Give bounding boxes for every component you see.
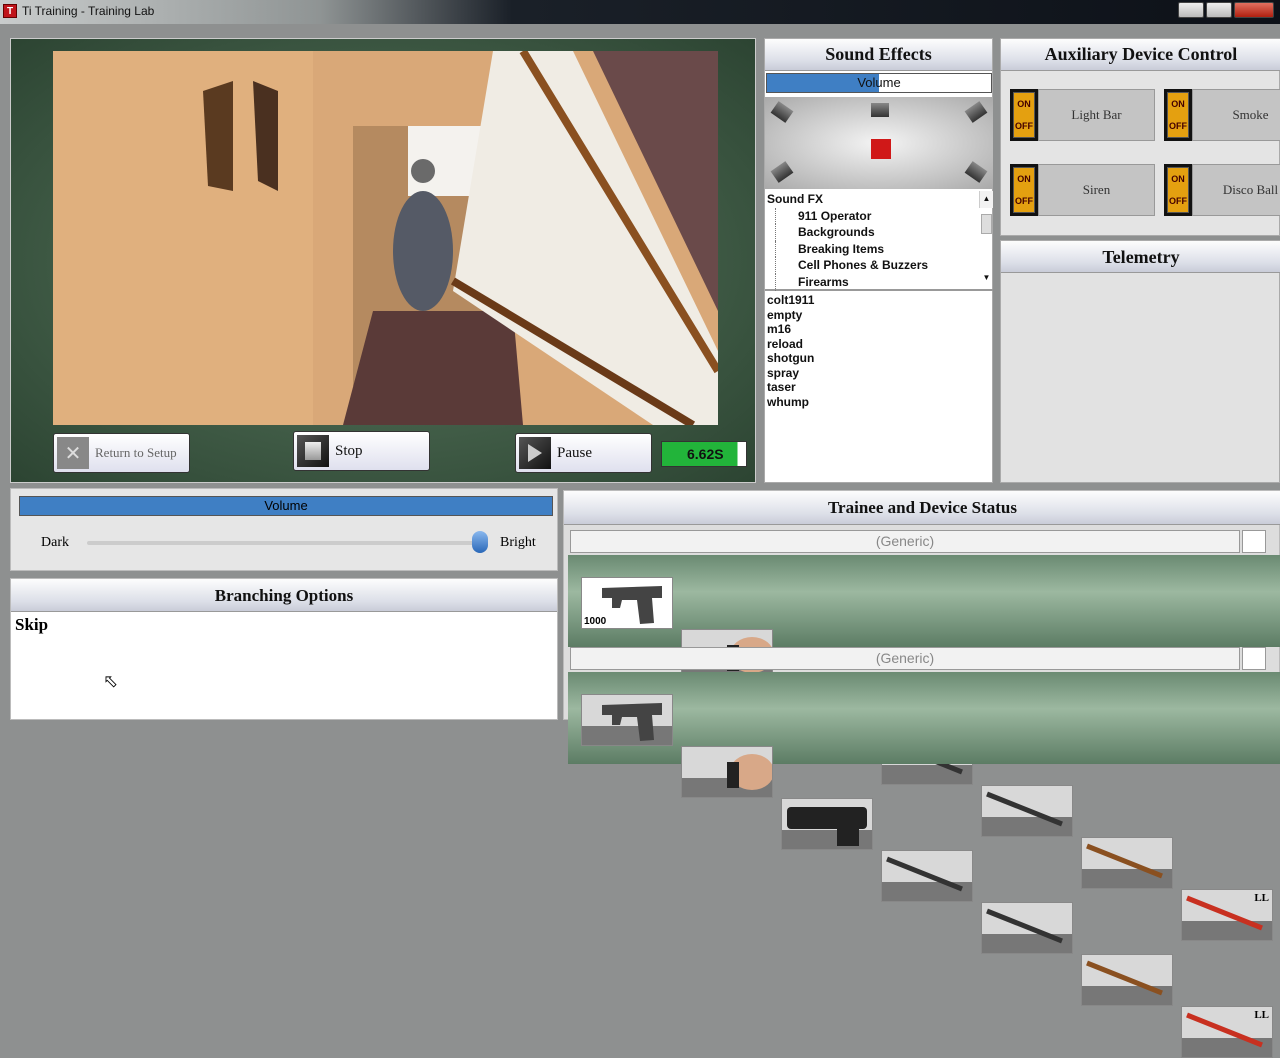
sound-effects-panel: Sound Effects Volume Sound FX 911 Operat… <box>764 38 993 483</box>
weapon-less-lethal-shotgun[interactable]: LL <box>1181 889 1273 941</box>
sound-file-item[interactable]: spray <box>767 366 993 381</box>
slider-thumb[interactable] <box>472 531 488 553</box>
weapon-flashlight[interactable] <box>681 746 773 798</box>
toggle-switch[interactable]: ON OFF <box>1164 89 1192 141</box>
sound-file-item[interactable]: empty <box>767 308 993 323</box>
trainee-name-field[interactable]: (Generic) <box>570 530 1240 553</box>
sound-file-item[interactable]: reload <box>767 337 993 352</box>
tree-item[interactable]: Cell Phones & Buzzers <box>775 257 993 274</box>
tree-scrollbar[interactable]: ▲ ▼ <box>979 191 993 282</box>
trainee-select-button[interactable] <box>1242 530 1266 553</box>
baton-icon <box>886 856 963 892</box>
pistol-icon <box>602 703 662 741</box>
sound-file-item[interactable]: taser <box>767 380 993 395</box>
device-light-bar[interactable]: ON OFF Light Bar <box>1010 89 1155 141</box>
maximize-button[interactable] <box>1206 2 1232 18</box>
weapon-rifle[interactable] <box>981 902 1073 954</box>
window-title: Ti Training - Training Lab <box>22 4 155 18</box>
weapon-baton[interactable] <box>881 850 973 902</box>
listener-position-icon[interactable] <box>871 139 891 159</box>
weapon-pistol[interactable] <box>581 694 673 746</box>
sound-file-item[interactable]: whump <box>767 395 993 410</box>
branch-option-skip[interactable]: Skip <box>15 615 48 635</box>
toggle-switch[interactable]: ON OFF <box>1010 164 1038 216</box>
tree-item[interactable]: Firearms <box>775 273 993 291</box>
status-title: Trainee and Device Status <box>564 491 1280 525</box>
flashlight-icon <box>727 754 772 790</box>
stop-button[interactable]: Stop <box>293 431 430 471</box>
ammo-count: 1000 <box>584 616 607 627</box>
bright-label: Bright <box>500 535 536 550</box>
weapon-shotgun[interactable] <box>1081 954 1173 1006</box>
speaker-rear-right-icon[interactable] <box>964 161 988 183</box>
branching-title: Branching Options <box>11 579 557 612</box>
rifle-icon <box>986 908 1063 944</box>
mouse-cursor-icon: ⬁ <box>103 671 119 691</box>
speaker-rear-left-icon[interactable] <box>770 161 794 183</box>
brightness-title: Volume <box>19 496 553 516</box>
device-disco-ball[interactable]: ON OFF Disco Ball <box>1164 164 1280 216</box>
return-to-setup-button[interactable]: ✕ Return to Setup <box>53 433 190 473</box>
weapon-less-lethal-shotgun[interactable]: LL <box>1181 1006 1273 1058</box>
stop-icon <box>297 435 329 467</box>
scenario-video <box>53 51 718 425</box>
tree-item[interactable]: Backgrounds <box>775 224 993 241</box>
trainee-select-button[interactable] <box>1242 647 1266 670</box>
sound-file-list: colt1911 empty m16 reload shotgun spray … <box>765 293 993 409</box>
minimize-button[interactable] <box>1178 2 1204 18</box>
brightness-slider[interactable] <box>87 541 483 545</box>
shotgun-icon <box>1086 960 1163 996</box>
tree-item[interactable]: 911 Operator <box>775 207 993 225</box>
elapsed-time: 6.62S <box>661 441 747 467</box>
sound-file-item[interactable]: shotgun <box>767 351 993 366</box>
rifle-icon <box>986 791 1063 827</box>
telemetry-title: Telemetry <box>1001 241 1280 273</box>
aux-title: Auxiliary Device Control <box>1001 39 1280 71</box>
branching-options-panel: Branching Options Skip ⬁ <box>10 578 558 720</box>
pause-button[interactable]: Pause <box>515 433 652 473</box>
trainee-name-field[interactable]: (Generic) <box>570 647 1240 670</box>
sound-file-item[interactable]: m16 <box>767 322 993 337</box>
sound-volume-slider[interactable]: Volume <box>766 73 992 93</box>
sound-file-item[interactable]: colt1911 <box>767 293 993 308</box>
less-lethal-label: LL <box>1254 1009 1269 1021</box>
device-siren[interactable]: ON OFF Siren <box>1010 164 1155 216</box>
shotgun-icon <box>1086 843 1163 879</box>
sound-effects-title: Sound Effects <box>765 39 992 71</box>
tools-icon: ✕ <box>57 437 89 469</box>
tree-root[interactable]: Sound FX <box>765 191 993 208</box>
close-button[interactable] <box>1234 2 1274 18</box>
toggle-switch[interactable]: ON OFF <box>1010 89 1038 141</box>
speaker-front-right-icon[interactable] <box>964 101 988 123</box>
toggle-switch[interactable]: ON OFF <box>1164 164 1192 216</box>
taser-icon <box>787 807 867 846</box>
telemetry-panel: Telemetry <box>1000 240 1280 483</box>
trainee-status-panel: Trainee and Device Status (Generic) 1000… <box>563 490 1280 1058</box>
speaker-front-left-icon[interactable] <box>770 101 794 123</box>
weapon-rifle[interactable] <box>981 785 1073 837</box>
play-icon <box>519 437 551 469</box>
auxiliary-device-panel: Auxiliary Device Control ON OFF Light Bar … <box>1000 38 1280 236</box>
less-lethal-label: LL <box>1254 892 1269 904</box>
video-panel: ✕ Return to Setup Stop Pause 6.62S <box>10 38 756 483</box>
dark-label: Dark <box>41 535 69 550</box>
weapon-shotgun[interactable] <box>1081 837 1173 889</box>
brightness-panel: Volume Dark Bright <box>10 488 558 571</box>
tree-item[interactable]: Breaking Items <box>775 240 993 258</box>
device-smoke[interactable]: ON OFF Smoke <box>1164 89 1280 141</box>
speaker-layout[interactable] <box>765 97 993 189</box>
weapon-pistol[interactable]: 1000 <box>581 577 673 629</box>
title-bar: T Ti Training - Training Lab <box>0 0 1280 24</box>
speaker-center-icon[interactable] <box>871 103 889 117</box>
weapon-row: 1000 LL <box>568 555 1280 941</box>
app-icon: T <box>3 4 17 18</box>
sound-category-tree: Sound FX 911 Operator Backgrounds Breaki… <box>765 191 993 291</box>
weapon-row: LL <box>568 672 1280 1058</box>
weapon-taser[interactable] <box>781 798 873 850</box>
